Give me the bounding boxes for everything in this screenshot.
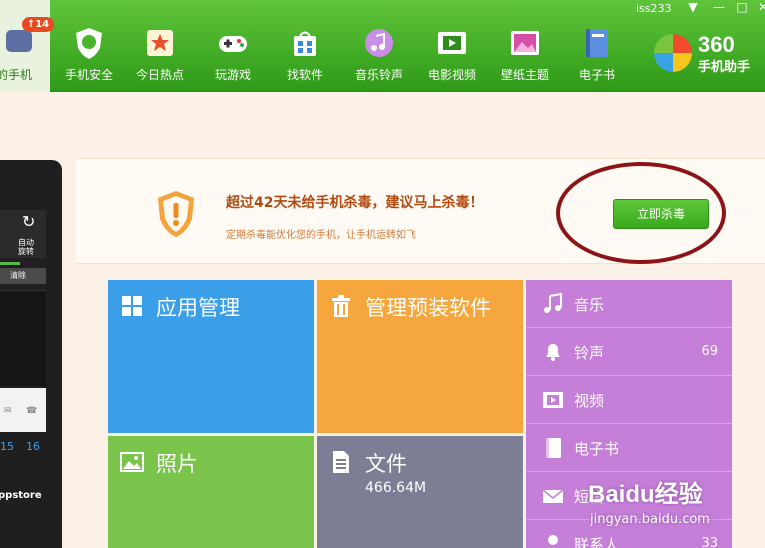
nav-today-hot[interactable]: 今日热点: [125, 22, 195, 88]
list-item-label: 联系人: [574, 536, 620, 548]
calendar-date-b: 16: [26, 440, 40, 453]
alert-subtitle: 定期杀毒能优化您的手机，让手机运转如飞: [226, 230, 416, 241]
music-disc-icon: [365, 29, 393, 57]
nav-music-ringtones[interactable]: 音乐铃声: [344, 22, 414, 88]
nav-label: 玩游戏: [214, 68, 251, 82]
files-size: 466.64M: [365, 480, 427, 496]
nav-find-software[interactable]: 找软件: [270, 22, 340, 88]
mail-icon: ✉: [4, 406, 12, 416]
nav-label: 电子书: [578, 68, 615, 82]
minimize-icon[interactable]: —: [710, 0, 728, 14]
star-icon: [147, 30, 173, 56]
android-robot-icon: [6, 30, 32, 52]
nav-label: 手机安全: [64, 68, 113, 82]
calendar-date-a: 15: [0, 440, 14, 453]
nav-my-phone[interactable]: ↑14 我的手机: [0, 0, 54, 92]
book-icon: [546, 438, 561, 458]
app-label: ppstore: [0, 490, 42, 501]
maximize-icon[interactable]: □: [733, 0, 751, 14]
update-badge: ↑14: [22, 17, 54, 32]
list-item-label: 电子书: [574, 440, 620, 458]
tile-app-management[interactable]: 应用管理: [108, 280, 314, 433]
logo-text-bottom: 手机助手: [698, 60, 751, 75]
logo-cube-icon: [654, 34, 692, 72]
list-item-count: 33: [701, 536, 718, 548]
nav-label: 壁纸主题: [500, 68, 549, 82]
dropdown-menu-icon[interactable]: ▼: [684, 0, 702, 14]
film-icon: [438, 32, 466, 54]
close-icon[interactable]: ✕: [754, 0, 765, 14]
picture-icon: [511, 31, 539, 55]
phone-icon: ☎: [26, 406, 38, 416]
list-item-music[interactable]: 音乐: [526, 280, 732, 328]
rotate-icon[interactable]: ↻: [22, 212, 35, 231]
alert-title: 超过42天未给手机杀毒，建议马上杀毒！: [226, 195, 484, 211]
username-label[interactable]: iss233: [636, 2, 672, 15]
nav-label: 音乐铃声: [354, 68, 403, 82]
envelope-icon: [542, 489, 564, 503]
baidu-watermark-url: jingyan.baidu.com: [590, 512, 710, 527]
contact-icon: [548, 535, 558, 545]
tile-photos[interactable]: 照片: [108, 436, 314, 548]
nav-play-games[interactable]: 玩游戏: [198, 22, 268, 88]
notification-area: [0, 290, 46, 386]
book-icon: [586, 29, 608, 57]
logo-text-top: 360: [698, 32, 735, 57]
tile-title: 照片: [156, 452, 198, 476]
document-icon: [333, 451, 349, 473]
auto-rotate-label: 自动旋转: [18, 238, 34, 256]
nav-label: 电影视频: [427, 68, 476, 82]
list-item-label: 音乐: [574, 296, 605, 314]
baidu-watermark: Baidu经验: [588, 481, 703, 508]
list-item-videos[interactable]: 视频: [526, 376, 732, 424]
tile-title: 应用管理: [156, 296, 240, 320]
photo-icon: [120, 452, 144, 472]
nav-phone-security[interactable]: 手机安全: [54, 22, 124, 88]
tile-files[interactable]: 文件 466.64M: [317, 436, 523, 548]
nav-wallpaper-themes[interactable]: 壁纸主题: [490, 22, 560, 88]
shopping-bag-icon: [294, 31, 316, 56]
grid-icon: [122, 296, 142, 316]
clear-label: 清除: [10, 271, 26, 280]
highlight-circle: [556, 162, 726, 264]
tile-preinstalled-apps[interactable]: 管理预装软件: [317, 280, 523, 433]
phone-screen-preview[interactable]: ↻ 自动旋转 清除 ✉ ☎ 15 16 ppstore: [0, 160, 62, 548]
nav-ebooks[interactable]: 电子书: [562, 22, 632, 88]
gamepad-icon: [219, 36, 247, 52]
nav-label: 找软件: [286, 68, 323, 82]
list-item-label: 铃声: [574, 344, 605, 362]
warning-shield-icon: [158, 191, 194, 237]
brightness-bar: [0, 262, 20, 265]
top-navigation-bar: ↑14 我的手机 手机安全 今日热点 玩游戏 找软件: [0, 0, 765, 92]
shield-icon: [76, 28, 102, 59]
list-item-ringtones[interactable]: 铃声 69: [526, 328, 732, 376]
nav-label: 今日热点: [135, 68, 184, 82]
app-logo: 360 手机助手: [654, 32, 764, 75]
nav-movies-videos[interactable]: 电影视频: [417, 22, 487, 88]
list-item-ebooks[interactable]: 电子书: [526, 424, 732, 472]
list-item-count: 69: [701, 344, 718, 359]
nav-my-phone-label: 我的手机: [0, 68, 33, 82]
tile-title: 管理预装软件: [365, 296, 491, 320]
virus-scan-alert: 超过42天未给手机杀毒，建议马上杀毒！ 定期杀毒能优化您的手机，让手机运转如飞 …: [76, 158, 765, 264]
bell-icon: [546, 344, 560, 361]
list-item-label: 视频: [574, 392, 605, 410]
film-icon: [543, 392, 563, 408]
music-note-icon: [544, 293, 562, 313]
trash-icon: [332, 295, 350, 317]
tile-title: 文件: [365, 452, 407, 476]
